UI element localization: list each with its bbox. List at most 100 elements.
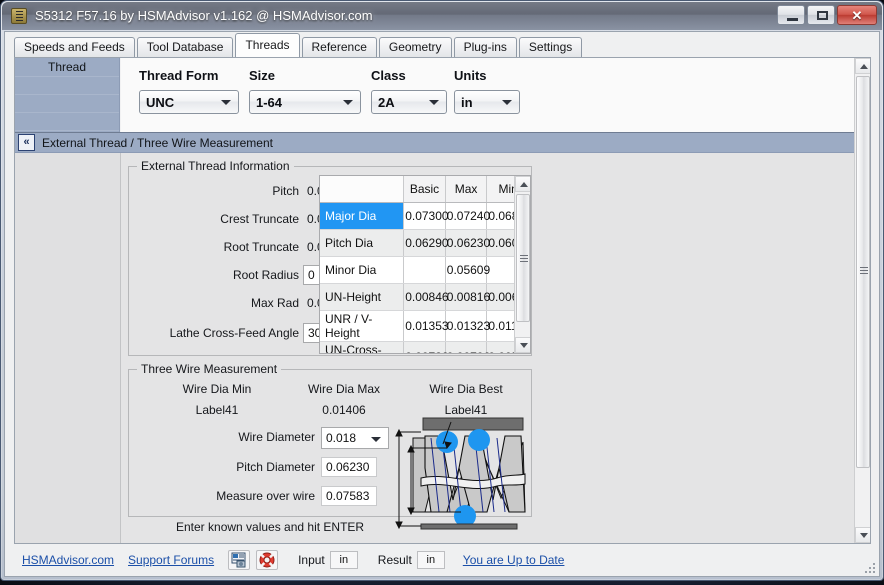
measure-over-wire-input[interactable]: 0.07583 bbox=[321, 486, 377, 506]
crest-truncate-label: Crest Truncate bbox=[220, 212, 299, 226]
wire-dia-best-value: Label41 bbox=[444, 403, 488, 417]
pitch-diameter-input[interactable]: 0.06230 bbox=[321, 457, 377, 477]
report-glyph bbox=[231, 552, 246, 568]
section-header-label: External Thread / Three Wire Measurement bbox=[42, 135, 273, 150]
report-icon[interactable] bbox=[228, 550, 251, 570]
tab-plug-ins[interactable]: Plug-ins bbox=[453, 37, 517, 57]
table-scroll-down-button[interactable] bbox=[515, 337, 530, 353]
wire-diameter-label: Wire Diameter bbox=[238, 430, 315, 444]
input-unit-value[interactable]: in bbox=[329, 551, 358, 569]
tab-speeds-and-feeds[interactable]: Speeds and Feeds bbox=[14, 37, 135, 57]
page-scrollbar[interactable] bbox=[854, 58, 870, 543]
page-scroll-up-button[interactable] bbox=[855, 58, 870, 74]
size-group: Size 1-64 bbox=[249, 68, 361, 114]
tab-threads[interactable]: Threads bbox=[235, 33, 300, 57]
root-truncate-label: Root Truncate bbox=[223, 240, 299, 254]
collapse-chevron-icon[interactable]: « bbox=[18, 134, 35, 151]
chevron-down-icon bbox=[221, 100, 231, 105]
units-group: Units in bbox=[454, 68, 520, 114]
table-row[interactable]: UN-Cross-Feed Amount 0.00732 0.00706 0.0… bbox=[320, 341, 530, 353]
row-name: Pitch Dia bbox=[320, 229, 405, 257]
table-scroll-thumb[interactable] bbox=[516, 194, 530, 322]
external-thread-section-header[interactable]: « External Thread / Three Wire Measureme… bbox=[15, 132, 854, 153]
chevron-down-icon bbox=[502, 100, 512, 105]
thread-form-label: Thread Form bbox=[139, 68, 219, 83]
tab-tool-database[interactable]: Tool Database bbox=[136, 37, 234, 57]
sidebar-divider-2 bbox=[15, 95, 119, 113]
resize-grip[interactable] bbox=[862, 560, 875, 573]
chevron-up-icon bbox=[520, 182, 528, 187]
size-select[interactable]: 1-64 bbox=[249, 90, 361, 114]
row-basic: 0.00846 bbox=[403, 283, 449, 311]
lifebuoy-icon[interactable] bbox=[256, 550, 279, 570]
table-scrollbar[interactable] bbox=[514, 176, 530, 353]
three-wire-measurement-group: Three Wire Measurement Wire Dia Min Labe… bbox=[128, 362, 532, 534]
class-select[interactable]: 2A bbox=[371, 90, 447, 114]
column-header-name[interactable] bbox=[320, 176, 405, 203]
chevron-down-icon bbox=[860, 533, 868, 538]
maximize-button[interactable] bbox=[807, 5, 835, 25]
row-basic: 0.00732 bbox=[403, 341, 449, 353]
table-row[interactable]: Major Dia 0.07300 0.07240 0.06860 bbox=[320, 202, 530, 230]
chevron-up-icon bbox=[860, 64, 868, 69]
wire-diameter-select[interactable]: 0.018 bbox=[321, 427, 389, 449]
minimize-button[interactable] bbox=[777, 5, 805, 25]
root-radius-label: Root Radius bbox=[232, 268, 299, 282]
units-label: Units bbox=[454, 68, 487, 83]
support-forums-link[interactable]: Support Forums bbox=[128, 553, 214, 567]
max-rad-label: Max Rad bbox=[250, 296, 299, 310]
tab-reference[interactable]: Reference bbox=[301, 37, 377, 57]
three-wire-thread-diagram bbox=[395, 417, 526, 530]
thread-dimensions-table[interactable]: Basic Max Min Major Dia 0.07300 0.07240 bbox=[319, 175, 531, 354]
thread-sidebar: Thread bbox=[15, 58, 120, 132]
hsmadvisor-link[interactable]: HSMAdvisor.com bbox=[22, 553, 114, 567]
lifebuoy-glyph bbox=[259, 552, 275, 568]
wire-dia-max-value: 0.01406 bbox=[322, 403, 366, 417]
tab-settings[interactable]: Settings bbox=[518, 37, 583, 57]
measure-over-wire-label: Measure over wire bbox=[216, 489, 315, 503]
row-basic bbox=[403, 256, 446, 284]
thread-form-value: UNC bbox=[146, 94, 175, 110]
table-row[interactable]: Minor Dia 0.05609 bbox=[320, 256, 530, 284]
table-scroll-up-button[interactable] bbox=[515, 176, 530, 192]
chevron-down-icon bbox=[520, 343, 528, 348]
row-max: 0.00816 bbox=[445, 283, 490, 311]
threads-page: Thread Thread Form UNC Size 1-64 Class 2… bbox=[14, 57, 871, 544]
wire-dia-min-label: Wire Dia Min bbox=[182, 382, 252, 396]
row-name: Major Dia bbox=[320, 202, 405, 230]
update-status-link[interactable]: You are Up to Date bbox=[463, 553, 565, 567]
units-value: in bbox=[461, 94, 473, 110]
three-wire-hint: Enter known values and hit ENTER bbox=[176, 520, 365, 534]
table-row[interactable]: Pitch Dia 0.06290 0.06230 0.06030 bbox=[320, 229, 530, 257]
scroll-grip-icon bbox=[520, 255, 528, 262]
tab-strip: Speeds and Feeds Tool Database Threads R… bbox=[5, 32, 879, 57]
column-header-max[interactable]: Max bbox=[445, 176, 488, 203]
table-row[interactable]: UNR / V-Height 0.01353 0.01323 0.01133 bbox=[320, 310, 530, 342]
title-bar[interactable]: S5312 F57.16 by HSMAdvisor v1.162 @ HSMA… bbox=[2, 2, 882, 30]
chevron-down-icon bbox=[343, 100, 353, 105]
window-title: S5312 F57.16 by HSMAdvisor v1.162 @ HSMA… bbox=[35, 8, 373, 23]
page-scroll-down-button[interactable] bbox=[855, 527, 870, 543]
page-scroll-thumb[interactable] bbox=[856, 76, 870, 468]
close-button[interactable]: ✕ bbox=[837, 5, 877, 25]
pitch-label: Pitch bbox=[272, 184, 299, 198]
tab-geometry[interactable]: Geometry bbox=[378, 37, 452, 57]
size-value: 1-64 bbox=[256, 94, 283, 110]
row-name: UN-Cross-Feed Amount bbox=[320, 341, 405, 353]
column-header-basic[interactable]: Basic bbox=[403, 176, 446, 203]
sidebar-divider-3 bbox=[15, 113, 119, 131]
application-window: S5312 F57.16 by HSMAdvisor v1.162 @ HSMA… bbox=[0, 0, 884, 581]
table-row[interactable]: UN-Height 0.00846 0.00816 0.00626 bbox=[320, 283, 530, 311]
wire-dia-max-label: Wire Dia Max bbox=[307, 382, 380, 396]
result-unit-value[interactable]: in bbox=[416, 551, 445, 569]
row-max: 0.07240 bbox=[445, 202, 490, 230]
status-bar: HSMAdvisor.com Support Forums Input in R… bbox=[8, 547, 876, 573]
row-basic: 0.01353 bbox=[403, 310, 449, 342]
thread-form-select[interactable]: UNC bbox=[139, 90, 239, 114]
class-group: Class 2A bbox=[371, 68, 447, 114]
units-select[interactable]: in bbox=[454, 90, 520, 114]
sidebar-divider-1 bbox=[15, 77, 119, 95]
external-thread-information-group: External Thread Information Pitch 0.0156… bbox=[128, 159, 532, 356]
maximize-icon bbox=[817, 11, 828, 20]
row-max: 0.01323 bbox=[445, 310, 490, 342]
